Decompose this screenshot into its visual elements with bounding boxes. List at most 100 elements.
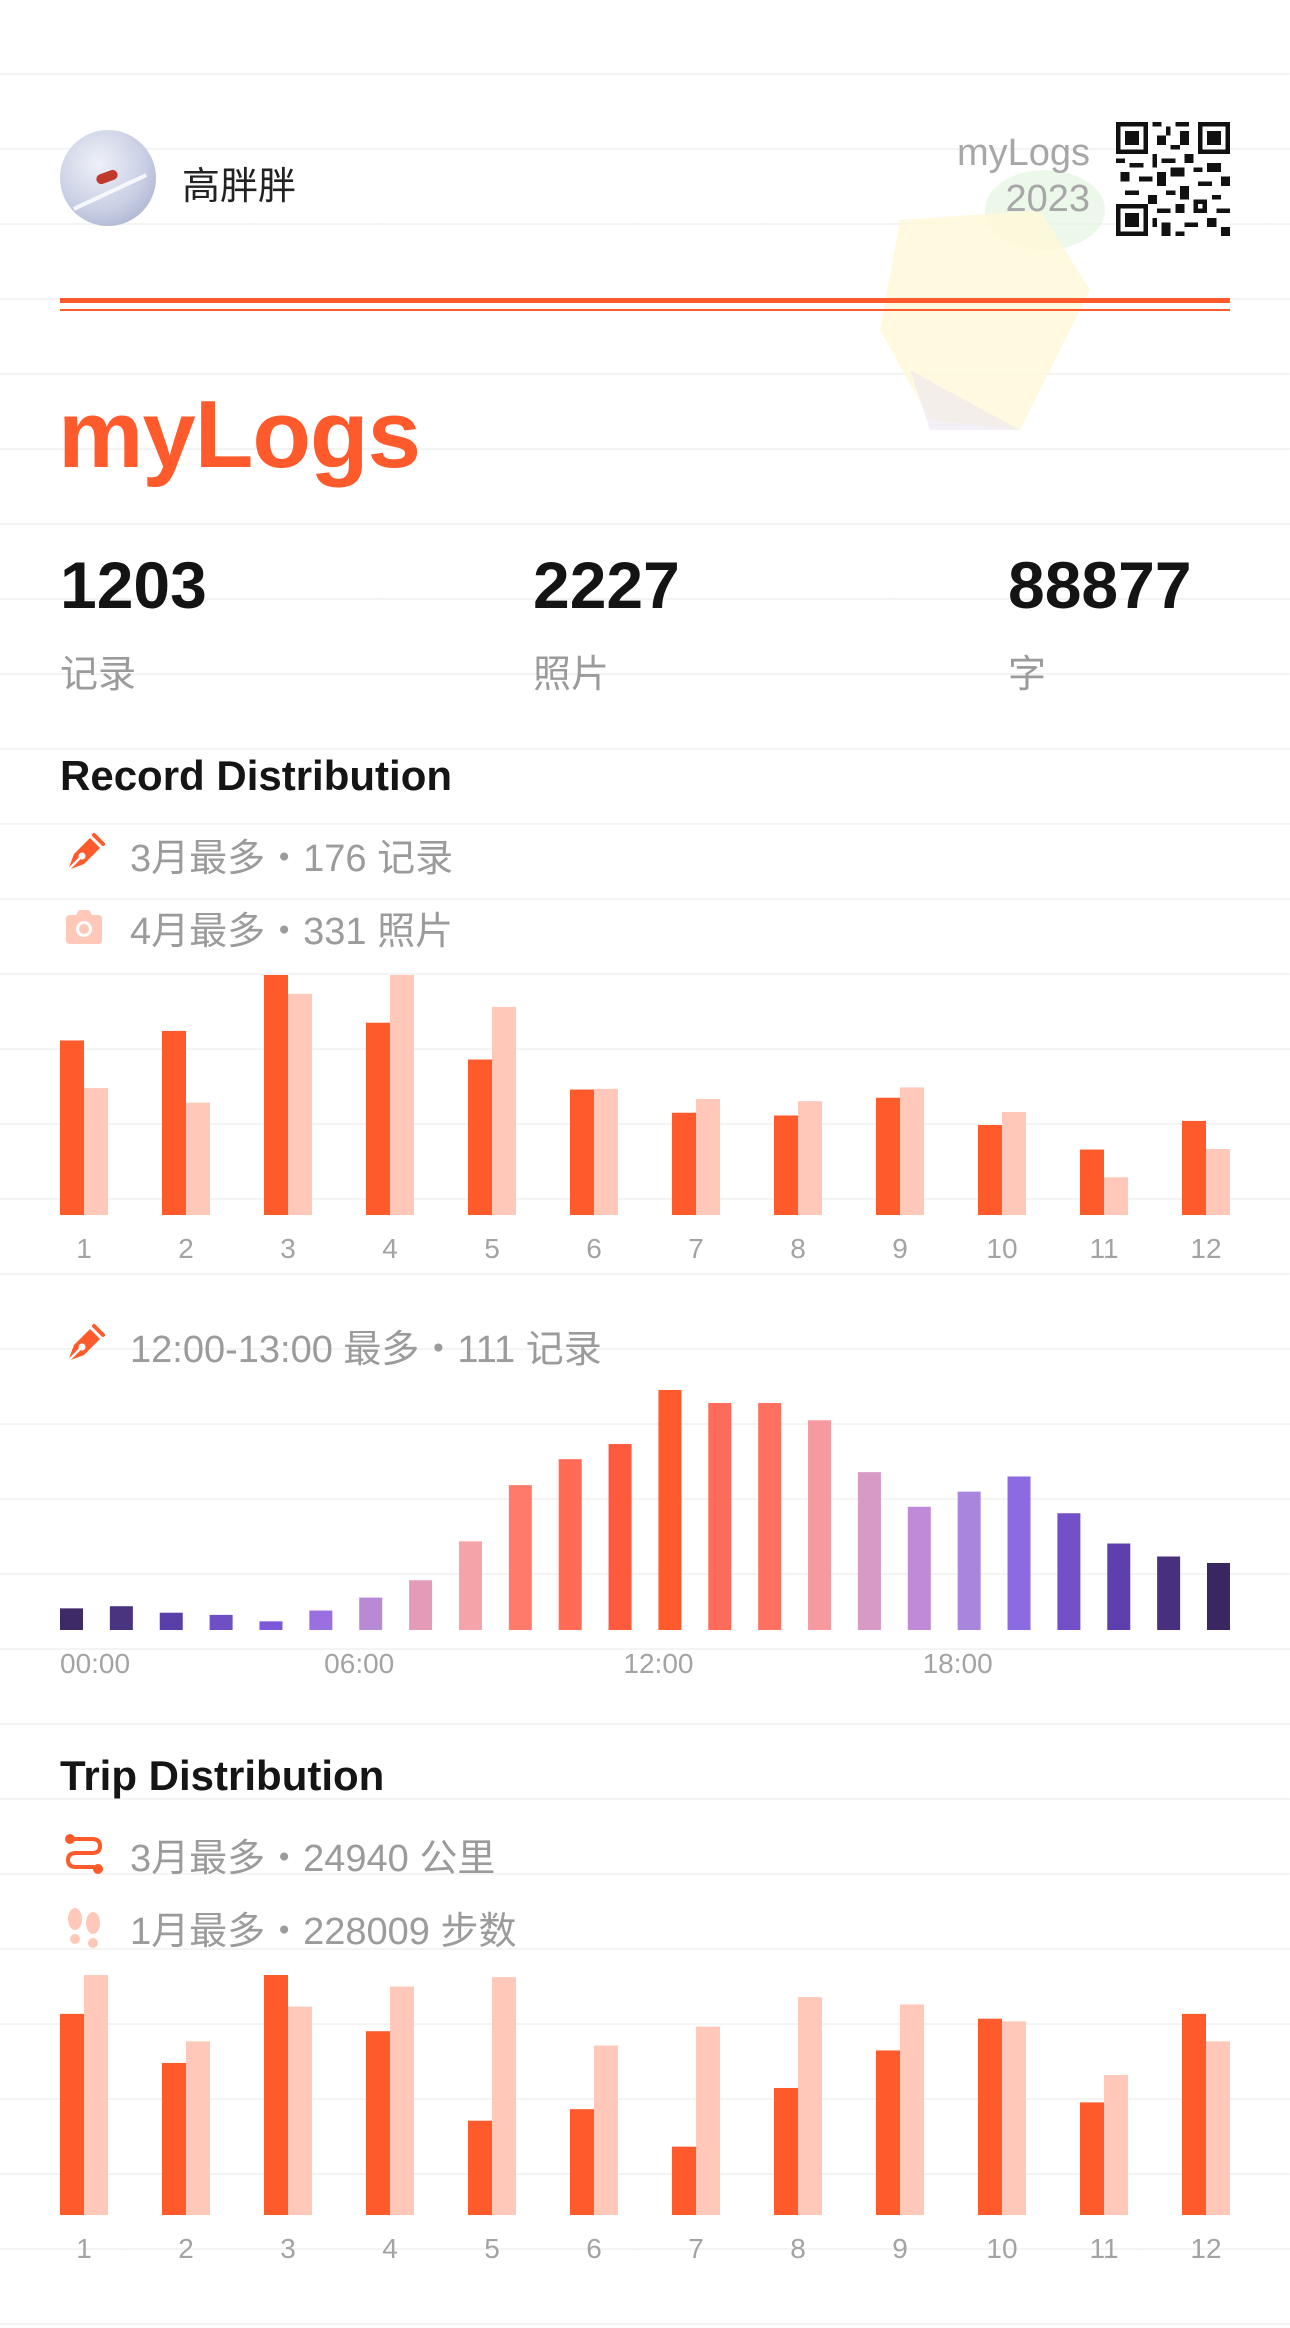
stat-label: 字: [1008, 654, 1047, 696]
hourly-bar: [708, 1402, 732, 1630]
trip-bar-primary: [1182, 2013, 1206, 2215]
monthly-bar-primary: [774, 1115, 798, 1215]
trip-bar-primary: [162, 2062, 186, 2215]
trip-bar-primary: [570, 2109, 594, 2215]
trip-bar-primary: [1080, 2102, 1104, 2215]
pen-nib-icon: [67, 1324, 105, 1362]
monthly-bar-primary: [60, 1040, 84, 1215]
stat-label: 记录: [60, 654, 137, 696]
monthly-tick-label: 7: [688, 1233, 704, 1260]
monthly-bar-primary: [366, 1022, 390, 1215]
trip-bar-secondary: [1206, 2041, 1230, 2215]
trip-tick-label: 11: [1089, 2233, 1118, 2260]
trip-bar-primary: [876, 2050, 900, 2215]
trip-bar-secondary: [798, 1997, 822, 2215]
avatar[interactable]: [60, 130, 156, 226]
hourly-tick-label: 00:00: [60, 1648, 130, 1679]
trip-tick-label: 1: [76, 2233, 92, 2260]
hourly-bar: [309, 1610, 333, 1630]
legend-text: 1月最多・228009 步数: [130, 1910, 517, 1953]
hourly-bar: [558, 1459, 582, 1630]
monthly-bar-secondary: [696, 1098, 720, 1215]
pen-nib-icon: [67, 833, 105, 871]
monthly-bar-secondary: [1104, 1177, 1128, 1215]
monthly-trips-chart: 1 2 3 4 5 6 7 8 9 10 11 12: [60, 1975, 1230, 2260]
monthly-bar-secondary: [900, 1087, 924, 1215]
header-divider-thin: [60, 309, 1230, 311]
hourly-bar: [907, 1506, 931, 1630]
legend-text: 3月最多・176 记录: [130, 837, 454, 880]
trip-bar-secondary: [1104, 2075, 1128, 2215]
hourly-bar: [209, 1614, 233, 1630]
legend-text: 3月最多・24940 公里: [130, 1837, 496, 1880]
trip-bar-primary: [468, 2120, 492, 2215]
trip-legend-steps: 1月最多・228009 步数: [60, 1902, 517, 1953]
trip-tick-label: 9: [892, 2233, 908, 2260]
header-divider: [60, 298, 1230, 303]
trip-tick-label: 10: [986, 2233, 1017, 2260]
trip-bar-secondary: [594, 2045, 618, 2215]
hourly-bar: [1107, 1543, 1131, 1630]
trip-bar-primary: [366, 2031, 390, 2215]
hourly-bar: [1057, 1513, 1081, 1630]
stat-photos: 2227 照片: [533, 545, 680, 698]
record-legend-records: 3月最多・176 记录: [60, 829, 454, 880]
monthly-bar-secondary: [1002, 1112, 1026, 1215]
monthly-bar-primary: [978, 1125, 1002, 1215]
hourly-bar: [1207, 1562, 1230, 1630]
monthly-bar-primary: [672, 1112, 696, 1215]
footprints-icon: [68, 1908, 100, 1948]
hourly-bar: [1157, 1556, 1181, 1630]
monthly-bar-primary: [264, 975, 288, 1215]
stat-value: 2227: [533, 548, 680, 622]
hourly-bar: [808, 1420, 832, 1630]
hourly-bar: [608, 1444, 632, 1630]
trip-tick-label: 5: [484, 2233, 500, 2260]
hourly-tick-label: 12:00: [623, 1648, 693, 1679]
monthly-tick-label: 8: [790, 1233, 806, 1260]
route-icon: [65, 1834, 103, 1874]
camera-icon: [66, 910, 102, 944]
trip-tick-label: 7: [688, 2233, 704, 2260]
trip-tick-label: 12: [1190, 2233, 1221, 2260]
hourly-records-chart: 00:00 06:00 12:00 18:00: [60, 1390, 1230, 1679]
trip-bar-secondary: [1002, 2021, 1026, 2215]
stat-label: 照片: [533, 654, 610, 696]
monthly-tick-label: 12: [1190, 1233, 1221, 1260]
record-legend-photos: 4月最多・331 照片: [60, 902, 453, 953]
trip-bar-secondary: [186, 2041, 210, 2215]
monthly-bar-primary: [162, 1030, 186, 1215]
trip-bar-primary: [60, 2013, 84, 2215]
username: 高胖胖: [182, 166, 297, 208]
monthly-tick-label: 5: [484, 1233, 500, 1260]
monthly-tick-label: 11: [1089, 1233, 1118, 1260]
monthly-tick-label: 6: [586, 1233, 602, 1260]
monthly-bar-secondary: [798, 1101, 822, 1215]
trip-bar-primary: [978, 2018, 1002, 2215]
hourly-bar: [60, 1608, 83, 1630]
hourly-bar: [458, 1541, 482, 1630]
trip-tick-label: 8: [790, 2233, 806, 2260]
monthly-tick-label: 1: [76, 1233, 92, 1260]
hourly-bar: [109, 1606, 133, 1630]
qr-code-icon[interactable]: [1116, 122, 1230, 236]
monthly-bar-primary: [876, 1097, 900, 1215]
hourly-bar: [409, 1580, 433, 1630]
monthly-bar-primary: [1182, 1120, 1206, 1215]
monthly-tick-label: 9: [892, 1233, 908, 1260]
trip-bar-secondary: [84, 1975, 108, 2215]
monthly-tick-label: 3: [280, 1233, 296, 1260]
trip-bar-secondary: [900, 2004, 924, 2215]
trip-bar-primary: [264, 1975, 288, 2215]
monthly-tick-label: 2: [178, 1233, 194, 1260]
trip-tick-label: 3: [280, 2233, 296, 2260]
monthly-records-chart: 1 2 3 4 5 6 7 8 9 10 11 12: [60, 975, 1230, 1260]
header: 高胖胖 myLogs 2023: [60, 122, 1230, 240]
trip-bar-primary: [774, 2087, 798, 2215]
monthly-bar-primary: [570, 1089, 594, 1215]
stat-records: 1203 记录: [60, 545, 207, 698]
hourly-bar: [658, 1390, 682, 1630]
brand-name: myLogs: [956, 132, 1090, 174]
hourly-tick-label: 18:00: [923, 1648, 993, 1679]
stat-words: 88877 字: [1008, 545, 1192, 698]
